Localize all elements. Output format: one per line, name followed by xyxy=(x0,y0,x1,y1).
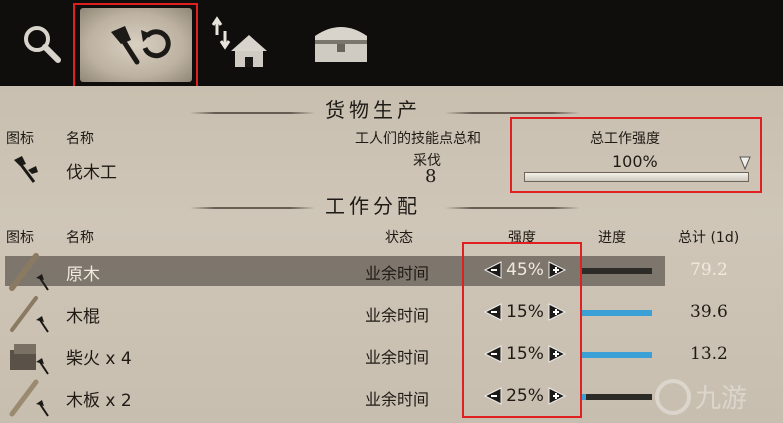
row-status: 业余时间 xyxy=(365,306,430,325)
row-status: 业余时间 xyxy=(365,264,430,283)
intensity-stepper[interactable]: 45% xyxy=(483,259,567,281)
arrow-right-icon xyxy=(548,261,567,279)
log-icon xyxy=(9,253,49,291)
divider-right-2 xyxy=(445,207,580,209)
axe-repeat-icon xyxy=(111,26,171,65)
intensity-stepper[interactable]: 25% xyxy=(483,385,567,407)
job-name: 伐木工 xyxy=(66,163,117,183)
arrow-left-icon xyxy=(483,387,502,405)
progress-fill xyxy=(580,352,652,358)
header-total-intensity: 总工作强度 xyxy=(590,131,660,147)
progress-bar xyxy=(580,268,652,274)
intensity-stepper[interactable]: 15% xyxy=(483,343,567,365)
divider-left xyxy=(190,112,315,114)
row-status: 业余时间 xyxy=(365,390,430,409)
header-skill: 工人们的技能点总和 xyxy=(355,131,481,147)
progress-bar xyxy=(580,394,652,400)
progress-bar xyxy=(580,310,652,316)
arrow-left-icon xyxy=(483,261,502,279)
allocation-title: 工作分配 xyxy=(325,194,421,218)
intensity-stepper[interactable]: 15% xyxy=(483,301,567,323)
row-total: 39.6 xyxy=(690,302,728,322)
top-toolbar xyxy=(0,0,783,86)
intensity-value: 15% xyxy=(506,302,544,322)
decrease-button[interactable] xyxy=(483,259,503,281)
search-tab-button[interactable] xyxy=(6,8,76,78)
stick-icon xyxy=(10,296,49,333)
increase-button[interactable] xyxy=(547,301,567,323)
decrease-button[interactable] xyxy=(483,343,503,365)
alloc-header-status: 状态 xyxy=(385,230,413,246)
progress-fill xyxy=(580,310,652,316)
intensity-value: 25% xyxy=(506,386,544,406)
total-intensity-value: 100% xyxy=(612,152,658,171)
firewood-icon xyxy=(10,344,49,375)
progress-bar xyxy=(580,352,652,358)
axe-icon xyxy=(14,156,38,183)
housing-tab-button[interactable] xyxy=(206,8,276,78)
progress-fill xyxy=(580,394,586,400)
arrow-left-icon xyxy=(483,345,502,363)
arrow-right-icon xyxy=(548,387,567,405)
decrease-button[interactable] xyxy=(483,385,503,407)
watermark: 九游 xyxy=(653,377,773,421)
decrease-button[interactable] xyxy=(483,301,503,323)
increase-button[interactable] xyxy=(547,385,567,407)
skill-value: 8 xyxy=(425,166,437,187)
row-name: 柴火 x 4 xyxy=(66,349,132,369)
storage-tab-button[interactable] xyxy=(306,8,376,78)
increase-button[interactable] xyxy=(547,343,567,365)
intensity-value: 45% xyxy=(506,260,544,280)
row-status: 业余时间 xyxy=(365,348,430,367)
row-total: 13.2 xyxy=(690,344,728,364)
arrow-right-icon xyxy=(548,345,567,363)
divider-right xyxy=(445,112,580,114)
house-upgrade-icon xyxy=(211,16,267,67)
slider-handle-icon[interactable] xyxy=(739,156,751,170)
row-total: 79.2 xyxy=(690,260,728,280)
header-icon: 图标 xyxy=(6,131,34,147)
header-name: 名称 xyxy=(66,131,94,147)
row-name: 原木 xyxy=(66,265,100,285)
magnifier-icon xyxy=(24,26,61,63)
watermark-logo: 九游 xyxy=(655,379,747,415)
alloc-header-progress: 进度 xyxy=(598,230,626,246)
plank-icon xyxy=(9,379,49,417)
total-intensity-slider[interactable] xyxy=(524,172,749,182)
alloc-header-name: 名称 xyxy=(66,230,94,246)
divider-left-2 xyxy=(190,207,315,209)
production-tab-button[interactable] xyxy=(80,8,192,82)
alloc-header-icon: 图标 xyxy=(6,230,34,246)
arrow-left-icon xyxy=(483,303,502,321)
arrow-right-icon xyxy=(548,303,567,321)
intensity-value: 15% xyxy=(506,344,544,364)
chest-icon xyxy=(315,27,367,62)
alloc-header-total: 总计 (1d) xyxy=(678,230,740,246)
row-name: 木板 x 2 xyxy=(66,391,132,411)
increase-button[interactable] xyxy=(547,259,567,281)
alloc-header-intensity: 强度 xyxy=(508,230,536,246)
row-name: 木棍 xyxy=(66,307,100,327)
watermark-text: 九游 xyxy=(695,384,747,414)
production-title: 货物生产 xyxy=(325,98,421,122)
